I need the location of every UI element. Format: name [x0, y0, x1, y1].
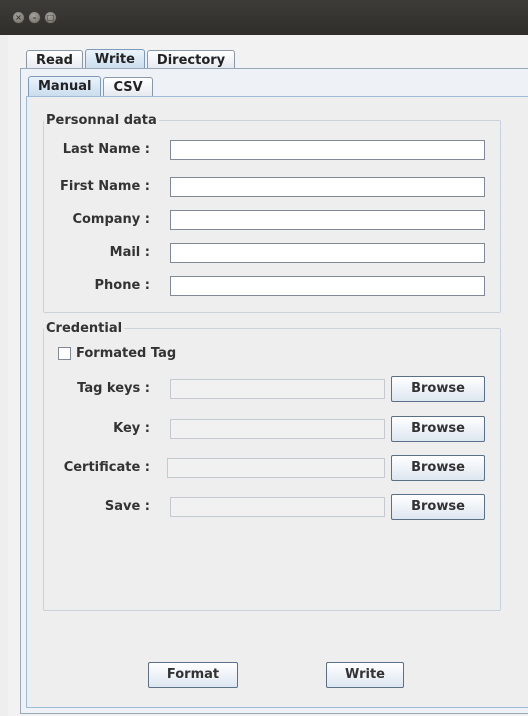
- certificate-field: [167, 458, 385, 478]
- formated-tag-label: Formated Tag: [76, 346, 177, 361]
- tab-csv[interactable]: CSV: [103, 77, 153, 97]
- mail-field[interactable]: [170, 243, 485, 263]
- phone-field[interactable]: [170, 276, 485, 296]
- tab-write[interactable]: Write: [84, 49, 145, 70]
- certificate-browse-button[interactable]: Browse: [391, 455, 485, 481]
- window-titlebar: × – □: [0, 0, 528, 35]
- company-field[interactable]: [170, 210, 485, 230]
- save-field: [170, 497, 385, 517]
- maximize-icon[interactable]: □: [44, 11, 57, 24]
- tag-keys-label: Tag keys :: [77, 381, 150, 396]
- tab-manual[interactable]: Manual: [28, 76, 102, 97]
- certificate-label: Certificate :: [63, 460, 150, 475]
- main-tabs: Read Write Directory: [26, 49, 237, 70]
- formated-tag-checkbox[interactable]: Formated Tag: [58, 346, 176, 361]
- credential-legend: Credential: [46, 321, 123, 336]
- save-label: Save :: [104, 499, 150, 514]
- tab-read[interactable]: Read: [26, 50, 83, 70]
- key-field: [170, 419, 385, 439]
- write-button[interactable]: Write: [326, 662, 404, 688]
- phone-label: Phone :: [94, 278, 150, 293]
- format-button[interactable]: Format: [148, 662, 238, 688]
- checkbox-box[interactable]: [58, 347, 71, 360]
- mail-label: Mail :: [109, 245, 150, 260]
- minimize-icon[interactable]: –: [28, 11, 41, 24]
- tag-keys-field: [170, 379, 385, 399]
- personal-data-legend: Personnal data: [46, 113, 157, 128]
- key-label: Key :: [113, 421, 150, 436]
- sub-tabs: Manual CSV: [28, 76, 155, 97]
- close-icon[interactable]: ×: [12, 11, 25, 24]
- first-name-label: First Name :: [60, 179, 150, 194]
- tab-directory[interactable]: Directory: [146, 50, 236, 70]
- company-label: Company :: [72, 212, 150, 227]
- last-name-label: Last Name :: [62, 142, 150, 157]
- last-name-field[interactable]: [170, 140, 485, 160]
- first-name-field[interactable]: [170, 177, 485, 197]
- key-browse-button[interactable]: Browse: [391, 416, 485, 442]
- save-browse-button[interactable]: Browse: [391, 494, 485, 520]
- tag-keys-browse-button[interactable]: Browse: [391, 376, 485, 402]
